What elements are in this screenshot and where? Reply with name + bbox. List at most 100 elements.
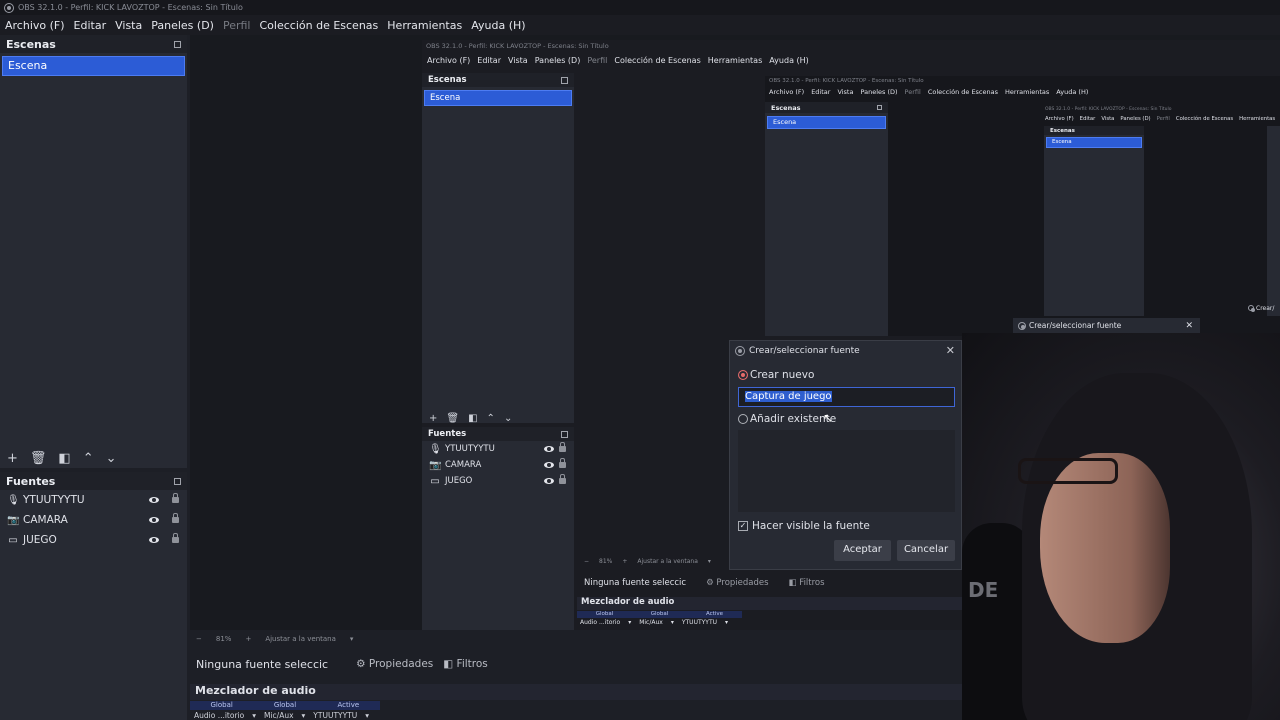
- obs-logo-icon: [735, 346, 745, 356]
- source-item[interactable]: 📷 CAMARA: [0, 510, 187, 530]
- sources-title: Fuentes: [6, 474, 56, 488]
- fit-window-dropdown[interactable]: Ajustar a la ventana: [265, 635, 336, 643]
- no-source-label: Ninguna fuente seleccic: [196, 657, 329, 671]
- mixer-col: Global: [273, 701, 297, 709]
- monitor-icon: ▭: [8, 534, 18, 546]
- zoom-in-icon[interactable]: +: [245, 635, 251, 643]
- mixer-col: Global: [210, 701, 233, 709]
- mixer-device-active[interactable]: YTUUTYYTU: [313, 711, 357, 720]
- create-new-label: Crear nuevo: [750, 369, 815, 381]
- close-icon[interactable]: ✕: [946, 344, 955, 357]
- window-title: OBS 32.1.0 - Perfil: KICK LAVOZTOP - Esc…: [18, 3, 243, 12]
- radio-selected-icon[interactable]: [738, 370, 748, 380]
- source-label: CAMARA: [23, 514, 68, 526]
- zoom-level: 81%: [215, 635, 232, 643]
- scenes-header: Escenas: [0, 35, 187, 53]
- existing-sources-list[interactable]: [738, 430, 955, 512]
- menu-bar: Archivo (F) Editar Vista Paneles (D) Per…: [0, 15, 1280, 35]
- visibility-eye-icon[interactable]: [149, 535, 159, 546]
- scenes-title: Escenas: [6, 37, 56, 51]
- radio-icon[interactable]: [738, 414, 748, 424]
- menu-archivo[interactable]: Archivo (F): [5, 19, 65, 32]
- webcam-overlay: DE: [962, 333, 1280, 720]
- make-visible-option[interactable]: ✓ Hacer visible la fuente: [738, 520, 870, 532]
- gear-icon: ⚙: [356, 658, 366, 670]
- lock-icon[interactable]: [172, 533, 179, 545]
- lock-icon[interactable]: [172, 513, 179, 525]
- nested-menu: Herramientas: [707, 55, 763, 65]
- scenes-toolbar: + 🗑 ◧ ⌃ ⌄: [0, 448, 117, 468]
- chevron-down-icon[interactable]: ▾: [350, 635, 354, 643]
- visibility-eye-icon[interactable]: [149, 515, 159, 526]
- menu-editar[interactable]: Editar: [74, 19, 107, 32]
- dialog-titlebar: Crear/seleccionar fuente ✕: [730, 341, 961, 361]
- zoom-out-icon[interactable]: −: [196, 635, 202, 643]
- nested-preview-3: OBS 32.1.0 - Perfil: KICK LAVOZTOP - Esc…: [1042, 106, 1280, 316]
- nested-mixer-values: Audio ...itorio ▾ Mic/Aux ▾ YTUUTYYTU ▾: [580, 619, 729, 626]
- trash-icon[interactable]: 🗑: [30, 451, 47, 466]
- cancel-button[interactable]: Cancelar: [897, 540, 955, 561]
- filter-icon[interactable]: ◧: [58, 451, 70, 466]
- properties-button[interactable]: ⚙ Propiedades: [356, 658, 433, 670]
- add-existing-option[interactable]: Añadir existente: [738, 413, 836, 425]
- sources-dock: Fuentes 🎙 YTUUTYYTU 📷 CAMARA ▭ JUEGO: [0, 472, 187, 720]
- chevron-down-icon[interactable]: ▾: [302, 711, 306, 720]
- undock-icon[interactable]: [174, 477, 181, 485]
- audio-mixer-columns: Global Global Active: [190, 701, 380, 710]
- menu-coleccion[interactable]: Colección de Escenas: [260, 19, 379, 32]
- menu-vista[interactable]: Vista: [115, 19, 142, 32]
- chevron-down-icon[interactable]: ▾: [252, 711, 256, 720]
- menu-ayuda[interactable]: Ayuda (H): [471, 19, 525, 32]
- undock-icon[interactable]: [174, 40, 181, 48]
- nested-scene-item: Escena: [424, 90, 572, 106]
- source-item[interactable]: 🎙 YTUUTYYTU: [0, 490, 187, 510]
- nested-sources-dock: Fuentes 🎙 YTUUTYYTU 📷 CAMARA ▭ JUEGO: [422, 427, 574, 630]
- nested-source-item: ▭ JUEGO: [422, 473, 574, 489]
- source-item[interactable]: ▭ JUEGO: [0, 530, 187, 550]
- accept-button[interactable]: Aceptar: [834, 540, 891, 561]
- nested-menu: Colección de Escenas: [614, 55, 701, 65]
- nested2-scenes-dock: Escenas Escena: [765, 102, 888, 336]
- nested-title-2: OBS 32.1.0 - Perfil: KICK LAVOZTOP - Esc…: [769, 78, 924, 84]
- source-label: YTUUTYYTU: [23, 494, 85, 506]
- obs-logo-icon: [4, 2, 14, 13]
- nested-menubar-1: Archivo (F) Editar Vista Paneles (D) Per…: [422, 53, 1280, 67]
- filters-label: Filtros: [456, 658, 488, 670]
- audio-mixer-title: Mezclador de audio: [190, 684, 962, 700]
- menu-herramientas[interactable]: Herramientas: [387, 19, 462, 32]
- checkbox-checked-icon[interactable]: ✓: [738, 521, 748, 531]
- add-icon[interactable]: +: [7, 451, 18, 466]
- nested-sources-header: Fuentes: [422, 427, 574, 441]
- mixer-col: Active: [337, 701, 360, 709]
- visibility-eye-icon[interactable]: [149, 495, 159, 506]
- create-new-option[interactable]: Crear nuevo: [738, 369, 814, 381]
- move-up-icon[interactable]: ⌃: [83, 451, 94, 466]
- nested-menu: Vista: [507, 55, 528, 65]
- nested-menubar-2: Archivo (F) Editar Vista Paneles (D) Perfil C…: [769, 88, 1089, 96]
- menu-perfil[interactable]: Perfil: [223, 19, 251, 32]
- lock-icon[interactable]: [172, 493, 179, 505]
- nested-menu: Paneles (D): [534, 55, 581, 65]
- properties-label: Propiedades: [368, 658, 434, 670]
- nested-menu: Perfil: [587, 55, 608, 65]
- mic-brand-text: DE: [968, 578, 999, 602]
- nested-menu: Archivo (F): [427, 55, 471, 65]
- mixer-device-mic[interactable]: Mic/Aux: [264, 711, 294, 720]
- mixer-device-desktop[interactable]: Audio ...itorio: [194, 711, 244, 720]
- source-name-value: Captura de juego: [745, 391, 832, 402]
- properties-bar: Ninguna fuente seleccic ⚙ Propiedades ◧ …: [190, 653, 962, 675]
- move-down-icon[interactable]: ⌄: [106, 451, 117, 466]
- chevron-down-icon[interactable]: ▾: [365, 711, 369, 720]
- person-glasses: [1018, 458, 1118, 484]
- source-name-input[interactable]: Captura de juego: [738, 387, 955, 407]
- scene-item[interactable]: Escena: [2, 56, 185, 76]
- audio-mixer-values: Audio ...itorio ▾ Mic/Aux ▾ YTUUTYYTU ▾: [190, 711, 390, 720]
- nested-scenes-dock: Escenas Escena + 🗑 ◧ ⌃ ⌄: [422, 73, 574, 424]
- menu-paneles[interactable]: Paneles (D): [151, 19, 214, 32]
- filters-button[interactable]: ◧ Filtros: [443, 658, 487, 670]
- window-titlebar: OBS 32.1.0 - Perfil: KICK LAVOZTOP - Esc…: [0, 0, 1280, 15]
- nested-source-item: 📷 CAMARA: [422, 457, 574, 473]
- mic-icon: 🎙: [7, 494, 20, 506]
- nested-preview-2: OBS 32.1.0 - Perfil: KICK LAVOZTOP - Esc…: [765, 76, 1280, 336]
- nested-source-item: 🎙 YTUUTYYTU: [422, 441, 574, 457]
